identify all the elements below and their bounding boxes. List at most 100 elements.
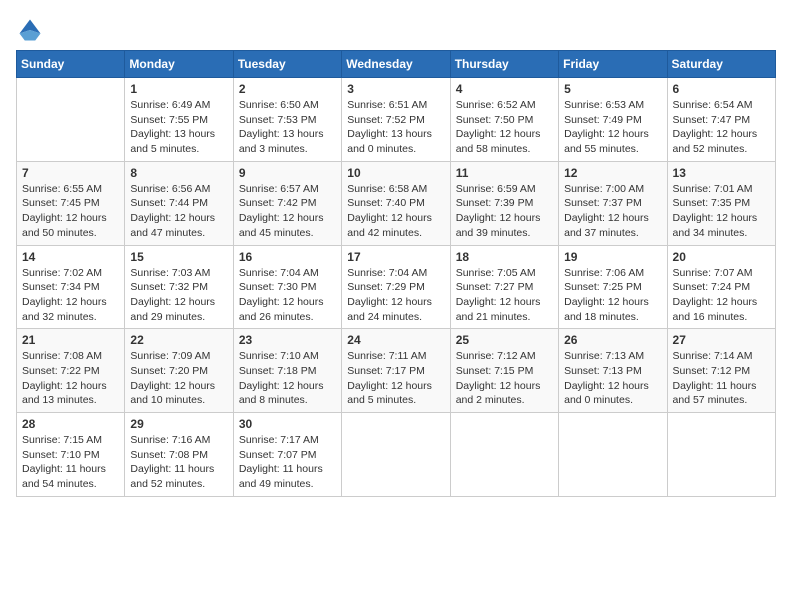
cell-line: and 5 minutes. [130,143,199,155]
cell-line: Sunset: 7:32 PM [130,281,208,293]
cell-line: Sunrise: 6:50 AM [239,99,319,111]
cell-line: Sunrise: 7:10 AM [239,350,319,362]
cell-line: Daylight: 12 hours [564,212,649,224]
cell-line: Daylight: 12 hours [130,212,215,224]
cell-content: Sunrise: 7:17 AMSunset: 7:07 PMDaylight:… [239,433,336,492]
cell-content: Sunrise: 7:09 AMSunset: 7:20 PMDaylight:… [130,349,227,408]
cell-line: Sunset: 7:17 PM [347,365,425,377]
cell-line: Daylight: 12 hours [347,296,432,308]
cell-line: Sunrise: 6:55 AM [22,183,102,195]
cell-content: Sunrise: 6:56 AMSunset: 7:44 PMDaylight:… [130,182,227,241]
cell-line: Daylight: 12 hours [130,296,215,308]
day-number: 2 [239,82,336,96]
day-number: 7 [22,166,119,180]
cell-content: Sunrise: 7:03 AM Sunset: 7:32 PM Daylight:… [130,266,227,325]
cell-line: and 13 minutes. [22,394,97,406]
cell-content: Sunrise: 7:08 AMSunset: 7:22 PMDaylight:… [22,349,119,408]
calendar-cell: 19Sunrise: 7:06 AMSunset: 7:25 PMDayligh… [559,245,667,329]
calendar-cell: 1Sunrise: 6:49 AMSunset: 7:55 PMDaylight… [125,78,233,162]
day-number: 4 [456,82,553,96]
cell-line: Sunset: 7:27 PM [456,281,534,293]
logo [16,16,48,44]
cell-line: Daylight: 12 hours [456,212,541,224]
cell-content: Sunrise: 7:10 AMSunset: 7:18 PMDaylight:… [239,349,336,408]
cell-content: Sunrise: 7:05 AMSunset: 7:27 PMDaylight:… [456,266,553,325]
day-number: 13 [673,166,770,180]
calendar-cell: 20Sunrise: 7:07 AMSunset: 7:24 PMDayligh… [667,245,775,329]
calendar-cell: 7 Sunrise: 6:55 AMSunset: 7:45 PMDaylight… [17,161,125,245]
cell-line: and 10 minutes. [130,394,205,406]
cell-line: Daylight: 12 hours [347,212,432,224]
cell-line: Sunrise: 6:58 AM [347,183,427,195]
cell-line: Sunrise: 7:12 AM [456,350,536,362]
header [16,16,776,44]
day-header-monday: Monday [125,51,233,78]
cell-content: Sunrise: 7:04 AMSunset: 7:30 PMDaylight:… [239,266,336,325]
cell-line: Sunrise: 6:53 AM [564,99,644,111]
cell-content: Sunrise: 7:02 AMSunset: 7:34 PMDaylight:… [22,266,119,325]
cell-line: Sunrise: 7:08 AM [22,350,102,362]
cell-line: Daylight: 12 hours [673,128,758,140]
cell-line: Sunrise: 7:00 AM [564,183,644,195]
day-number: 9 [239,166,336,180]
cell-line: Sunrise: 6:49 AM [130,99,210,111]
cell-line: Sunset: 7:42 PM [239,197,317,209]
cell-line: and 42 minutes. [347,227,422,239]
calendar-cell: 13 Sunrise: 7:01 AMSunset: 7:35 PMDayligh… [667,161,775,245]
day-number: 19 [564,250,661,264]
cell-line: Sunrise: 7:13 AM [564,350,644,362]
calendar-cell: 6Sunrise: 6:54 AMSunset: 7:47 PMDaylight… [667,78,775,162]
cell-line: Daylight: 12 hours [239,296,324,308]
cell-line: Sunset: 7:52 PM [347,114,425,126]
day-header-thursday: Thursday [450,51,558,78]
day-number: 30 [239,417,336,431]
day-header-friday: Friday [559,51,667,78]
calendar-cell [342,413,450,497]
cell-line: and 37 minutes. [564,227,639,239]
cell-line: Sunrise: 7:03 AM [130,267,210,279]
cell-line: Sunset: 7:50 PM [456,114,534,126]
day-number: 18 [456,250,553,264]
calendar-cell: 9 Sunrise: 6:57 AM Sunset: 7:42 PM Daylight… [233,161,341,245]
cell-line: and 8 minutes. [239,394,308,406]
cell-line: Sunrise: 7:02 AM [22,267,102,279]
cell-line: and 49 minutes. [239,478,314,490]
cell-content: Sunrise: 7:13 AMSunset: 7:13 PMDaylight:… [564,349,661,408]
cell-line: Daylight: 11 hours [239,463,323,475]
cell-line: Daylight: 12 hours [239,212,324,224]
cell-line: Sunrise: 6:57 AM [239,183,319,195]
cell-content: Sunrise: 6:53 AMSunset: 7:49 PMDaylight:… [564,98,661,157]
cell-content: Sunrise: 7:01 AMSunset: 7:35 PMDaylight:… [673,182,770,241]
day-number: 12 [564,166,661,180]
cell-line: Sunrise: 7:04 AM [239,267,319,279]
day-number: 29 [130,417,227,431]
cell-line: and 32 minutes. [22,311,97,323]
cell-line: and 34 minutes. [673,227,748,239]
cell-line: Sunset: 7:55 PM [130,114,208,126]
day-number: 26 [564,333,661,347]
cell-line: and 3 minutes. [239,143,308,155]
cell-content: Sunrise: 6:59 AMSunset: 7:39 PMDaylight:… [456,182,553,241]
cell-line: Sunset: 7:34 PM [22,281,100,293]
cell-content: Sunrise: 6:55 AMSunset: 7:45 PMDaylight:… [22,182,119,241]
cell-line: and 47 minutes. [130,227,205,239]
logo-icon [16,16,44,44]
day-header-sunday: Sunday [17,51,125,78]
calendar-cell: 5 Sunrise: 6:53 AMSunset: 7:49 PMDaylight… [559,78,667,162]
cell-line: Daylight: 12 hours [347,380,432,392]
cell-line: Daylight: 13 hours [130,128,215,140]
cell-line: and 54 minutes. [22,478,97,490]
cell-content: Sunrise: 6:49 AM Sunset: 7:55 PM Daylight:… [130,98,227,157]
cell-line: and 52 minutes. [130,478,205,490]
cell-content: Sunrise: 6:58 AMSunset: 7:40 PMDaylight:… [347,182,444,241]
calendar-cell: 28Sunrise: 7:15 AMSunset: 7:10 PMDayligh… [17,413,125,497]
day-number: 25 [456,333,553,347]
day-number: 5 [564,82,661,96]
calendar-cell: 12Sunrise: 7:00 AMSunset: 7:37 PMDayligh… [559,161,667,245]
calendar-cell [450,413,558,497]
cell-line: Sunrise: 7:07 AM [673,267,753,279]
calendar-cell: 30 Sunrise: 7:17 AMSunset: 7:07 PMDayligh… [233,413,341,497]
cell-line: Sunset: 7:18 PM [239,365,317,377]
calendar-cell: 23Sunrise: 7:10 AMSunset: 7:18 PMDayligh… [233,329,341,413]
calendar-cell: 17Sunrise: 7:04 AMSunset: 7:29 PMDayligh… [342,245,450,329]
